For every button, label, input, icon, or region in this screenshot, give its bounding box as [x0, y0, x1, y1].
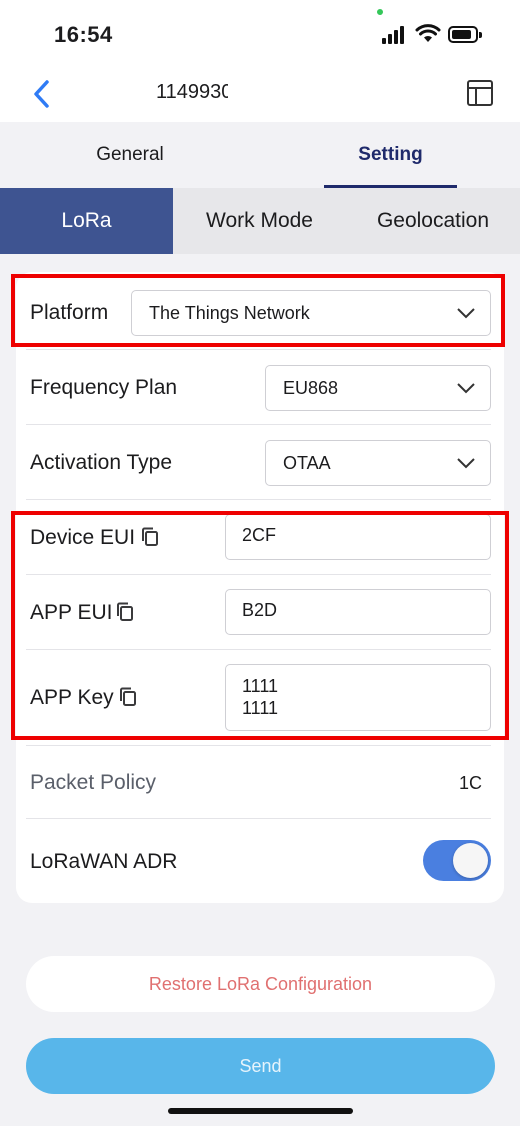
divider	[26, 349, 491, 350]
send-button[interactable]: Send	[26, 1038, 495, 1094]
sub-tab-bar: LoRa Work Mode Geolocation	[0, 188, 520, 254]
restore-lora-configuration-button[interactable]: Restore LoRa Configuration	[26, 956, 495, 1012]
divider	[26, 745, 491, 746]
app-eui-label: APP EUI	[30, 601, 113, 624]
battery-icon	[448, 26, 482, 43]
divider	[26, 818, 491, 819]
copy-icon[interactable]	[141, 527, 159, 547]
divider	[26, 424, 491, 425]
platform-value: The Things Network	[149, 303, 310, 323]
activation-type-select[interactable]: OTAA	[265, 440, 491, 486]
toggle-knob	[453, 843, 488, 878]
lorawan-adr-toggle[interactable]	[423, 840, 491, 881]
tab-lora[interactable]: LoRa	[0, 188, 173, 254]
app-key-input[interactable]: 1111 1111	[225, 664, 491, 731]
platform-label: Platform	[30, 301, 109, 324]
device-eui-label: Device EUI	[30, 526, 136, 549]
chevron-down-icon	[457, 383, 475, 394]
tab-geolocation[interactable]: Geolocation	[346, 188, 520, 254]
page-title: 1149930	[156, 81, 228, 103]
device-eui-input[interactable]: 2CF	[225, 514, 491, 560]
frequency-plan-value: EU868	[283, 378, 339, 398]
wifi-icon	[415, 24, 441, 42]
app-header: 1149930	[0, 70, 520, 122]
chevron-down-icon	[457, 308, 475, 319]
lorawan-adr-label: LoRaWAN ADR	[30, 850, 178, 873]
tab-work-mode[interactable]: Work Mode	[173, 188, 346, 254]
status-time: 16:54	[54, 22, 113, 47]
copy-icon[interactable]	[119, 687, 137, 707]
top-tab-bar: General Setting	[0, 122, 520, 188]
privacy-indicator	[377, 9, 383, 15]
packet-policy-label: Packet Policy	[30, 771, 157, 794]
app-eui-input[interactable]: B2D	[225, 589, 491, 635]
frequency-plan-select[interactable]: EU868	[265, 365, 491, 411]
frequency-plan-label: Frequency Plan	[30, 376, 178, 399]
app-key-label: APP Key	[30, 686, 114, 709]
layout-icon[interactable]	[466, 79, 494, 107]
tab-setting[interactable]: Setting	[324, 122, 457, 188]
platform-select[interactable]: The Things Network	[131, 290, 491, 336]
chevron-down-icon	[457, 458, 475, 469]
chevron-left-icon[interactable]	[28, 78, 54, 110]
copy-icon[interactable]	[116, 602, 134, 622]
tab-general[interactable]: General	[0, 122, 260, 188]
activation-type-label: Activation Type	[30, 451, 173, 474]
activation-type-value: OTAA	[283, 453, 331, 473]
home-indicator[interactable]	[168, 1108, 353, 1114]
divider	[26, 499, 491, 500]
divider	[26, 574, 491, 575]
divider	[26, 649, 491, 650]
packet-policy-value[interactable]: 1C	[459, 773, 482, 794]
status-bar: 16:54	[0, 0, 520, 70]
cellular-signal-icon	[382, 26, 408, 44]
